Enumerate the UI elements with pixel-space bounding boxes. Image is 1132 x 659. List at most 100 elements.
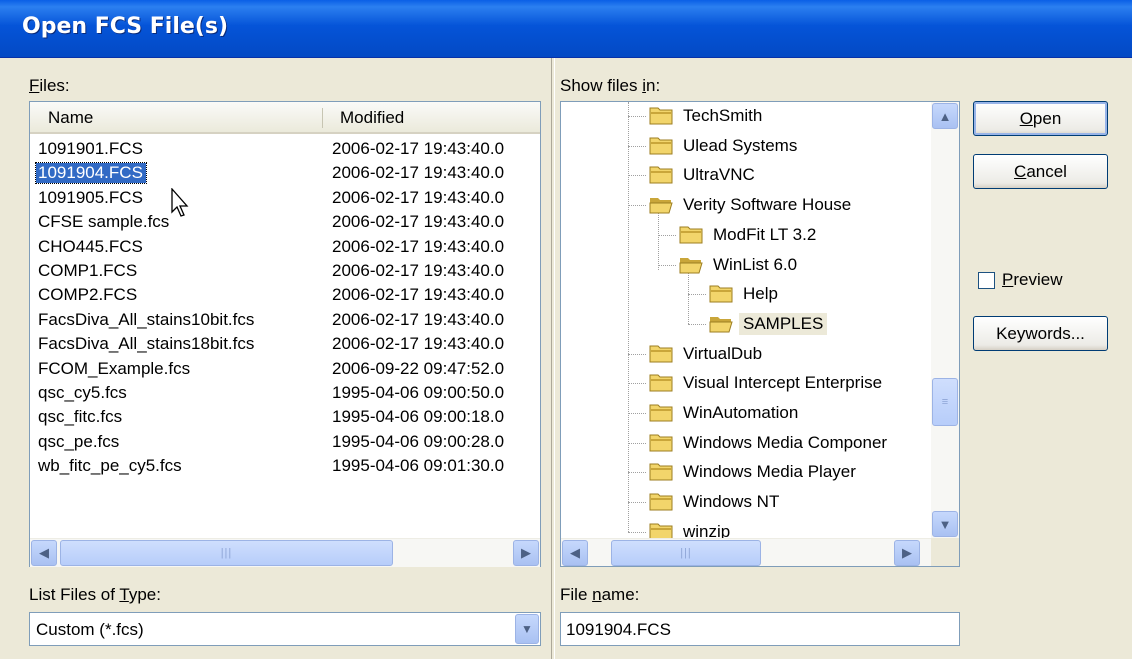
folder-icon bbox=[649, 433, 674, 452]
file-row[interactable]: FacsDiva_All_stains18bit.fcs 2006-02-17 1… bbox=[30, 333, 540, 357]
file-type-value: Custom (*.fcs) bbox=[36, 620, 144, 639]
folder-open-icon bbox=[709, 314, 734, 333]
file-modified-cell: 1995-04-06 09:01:30.0 bbox=[332, 456, 505, 476]
file-row[interactable]: 1091905.FCS 2006-02-17 19:43:40.0 bbox=[30, 187, 540, 211]
scroll-up-button[interactable]: ▲ bbox=[932, 103, 958, 129]
files-label: Files: bbox=[29, 76, 70, 95]
file-name-cell: FacsDiva_All_stains18bit.fcs bbox=[38, 334, 255, 354]
scroll-thumb[interactable]: ||| bbox=[611, 540, 761, 566]
file-row[interactable]: CHO445.FCS 2006-02-17 19:43:40.0 bbox=[30, 236, 540, 260]
title-bar[interactable]: Open FCS File(s) bbox=[0, 0, 1132, 58]
scroll-thumb[interactable]: ||| bbox=[60, 540, 393, 566]
folder-name: Windows Media Componer bbox=[683, 432, 888, 452]
file-modified-cell: 2006-02-17 19:43:40.0 bbox=[332, 334, 505, 354]
folder-name: Windows Media Player bbox=[683, 462, 856, 482]
scroll-right-button[interactable]: ▶ bbox=[894, 540, 920, 566]
file-name-cell: CHO445.FCS bbox=[38, 236, 143, 256]
scroll-left-button[interactable]: ◀ bbox=[31, 540, 57, 566]
tree-guide-line bbox=[628, 383, 646, 385]
file-name-cell: 1091905.FCS bbox=[38, 187, 143, 207]
file-modified-cell: 2006-02-17 19:43:40.0 bbox=[332, 212, 505, 232]
scroll-right-button[interactable]: ▶ bbox=[513, 540, 539, 566]
mouse-cursor-icon bbox=[171, 188, 189, 217]
file-name-cell: COMP1.FCS bbox=[38, 261, 138, 280]
file-name-input[interactable]: 1091904.FCS bbox=[560, 612, 960, 646]
tree-guide-line bbox=[688, 294, 706, 296]
tree-guide-line bbox=[628, 472, 646, 474]
tree-guide-line bbox=[628, 145, 646, 147]
scroll-left-button[interactable]: ◀ bbox=[562, 540, 588, 566]
file-row[interactable]: CFSE sample.fcs 2006-02-17 19:43:40.0 bbox=[30, 211, 540, 235]
file-modified-cell: 2006-02-17 19:43:40.0 bbox=[332, 236, 505, 256]
file-name-cell: FacsDiva_All_stains10bit.fcs bbox=[38, 309, 255, 329]
file-row[interactable]: 1091901.FCS 2006-02-17 19:43:40.0 bbox=[30, 138, 540, 162]
file-modified-cell: 2006-02-17 19:43:40.0 bbox=[332, 139, 505, 158]
folder-name: VirtualDub bbox=[683, 343, 763, 363]
file-modified-cell: 2006-02-17 19:43:40.0 bbox=[332, 187, 505, 207]
column-header-name[interactable]: Name bbox=[48, 108, 93, 128]
folder-name: WinAutomation bbox=[683, 403, 799, 422]
file-row[interactable]: FCOM_Example.fcs 2006-09-22 09:47:52.0 bbox=[30, 358, 540, 382]
folder-name: Help bbox=[743, 284, 778, 304]
file-row[interactable]: COMP1.FCS 2006-02-17 19:43:40.0 bbox=[30, 260, 540, 284]
folder-icon bbox=[649, 373, 674, 392]
file-name-cell: 1091904.FCS bbox=[35, 162, 147, 185]
tree-guide-line bbox=[628, 502, 646, 504]
tree-guide-line bbox=[658, 264, 676, 266]
file-name-value: 1091904.FCS bbox=[566, 620, 671, 639]
folder-icon bbox=[649, 403, 674, 422]
file-modified-cell: 2006-09-22 09:47:52.0 bbox=[332, 358, 505, 378]
file-list-hscrollbar[interactable]: ◀ ||| ▶ bbox=[30, 538, 540, 567]
column-header-modified[interactable]: Modified bbox=[340, 108, 404, 128]
file-name-cell: qsc_pe.fcs bbox=[38, 431, 120, 451]
tree-guide-line bbox=[628, 413, 646, 414]
file-row[interactable]: qsc_pe.fcs 1995-04-06 09:00:28.0 bbox=[30, 431, 540, 455]
preview-checkbox[interactable] bbox=[978, 272, 995, 289]
tree-guide-line bbox=[628, 102, 629, 532]
folder-icon bbox=[649, 136, 674, 155]
file-modified-cell: 2006-02-17 19:43:40.0 bbox=[332, 285, 505, 305]
file-row[interactable]: qsc_fitc.fcs 1995-04-06 09:00:18.0 bbox=[30, 406, 540, 430]
open-button[interactable]: Open bbox=[973, 101, 1108, 136]
folder-icon bbox=[649, 165, 674, 184]
file-type-label: List Files of Type: bbox=[29, 585, 161, 604]
tree-guide-line bbox=[628, 442, 646, 444]
file-name-cell: wb_fitc_pe_cy5.fcs bbox=[38, 456, 182, 476]
file-name-cell: COMP2.FCS bbox=[38, 285, 138, 305]
folder-name: UltraVNC bbox=[683, 165, 755, 185]
file-row[interactable]: COMP2.FCS 2006-02-17 19:43:40.0 bbox=[30, 284, 540, 308]
keywords-button[interactable]: Keywords... bbox=[973, 316, 1108, 351]
folder-name: TechSmith bbox=[683, 106, 763, 125]
file-row[interactable]: 1091904.FCS 2006-02-17 19:43:40.0 bbox=[30, 162, 540, 186]
tree-guide-line bbox=[628, 205, 646, 207]
tree-guide-line bbox=[628, 353, 646, 355]
tree-guide-line bbox=[688, 323, 706, 325]
scroll-down-button[interactable]: ▼ bbox=[932, 511, 958, 537]
file-modified-cell: 1995-04-06 09:00:50.0 bbox=[332, 383, 505, 402]
file-modified-cell: 2006-02-17 19:43:40.0 bbox=[332, 163, 505, 183]
file-modified-cell: 1995-04-06 09:00:28.0 bbox=[332, 431, 505, 451]
file-type-select[interactable]: Custom (*.fcs) ▼ bbox=[29, 612, 541, 646]
chevron-down-icon[interactable]: ▼ bbox=[515, 614, 539, 644]
tree-guide-line bbox=[628, 175, 646, 177]
scroll-thumb[interactable]: ≡ bbox=[932, 378, 958, 426]
folder-name: Visual Intercept Enterprise bbox=[683, 373, 883, 393]
folder-icon bbox=[649, 344, 674, 363]
file-list[interactable]: Name Modified 1091901.FCS 2006-02-17 19:4… bbox=[29, 101, 541, 567]
file-row[interactable]: FacsDiva_All_stains10bit.fcs 2006-02-17 1… bbox=[30, 309, 540, 333]
folder-tree-vscrollbar[interactable]: ▲ ≡ ▼ bbox=[931, 102, 959, 538]
folder-icon bbox=[649, 492, 674, 511]
folder-tree-hscrollbar[interactable]: ◀ ||| ▶ bbox=[561, 538, 931, 566]
file-row[interactable]: qsc_cy5.fcs 1995-04-06 09:00:50.0 bbox=[30, 382, 540, 406]
folder-icon bbox=[709, 284, 734, 303]
file-name-cell: 1091901.FCS bbox=[38, 139, 143, 158]
cancel-button[interactable]: Cancel bbox=[973, 154, 1108, 189]
preview-label[interactable]: Preview bbox=[1002, 270, 1062, 290]
file-row[interactable]: wb_fitc_pe_cy5.fcs 1995-04-06 09:01:30.0 bbox=[30, 455, 540, 479]
folder-name: Ulead Systems bbox=[683, 135, 798, 155]
file-name-cell: qsc_cy5.fcs bbox=[38, 383, 127, 402]
folder-tree[interactable]: TechSmith Ulead Systems UltraVNC Verity Sof… bbox=[560, 101, 960, 567]
folder-name: SAMPLES bbox=[739, 312, 828, 335]
file-modified-cell: 2006-02-17 19:43:40.0 bbox=[332, 261, 505, 280]
column-separator[interactable] bbox=[322, 108, 323, 128]
